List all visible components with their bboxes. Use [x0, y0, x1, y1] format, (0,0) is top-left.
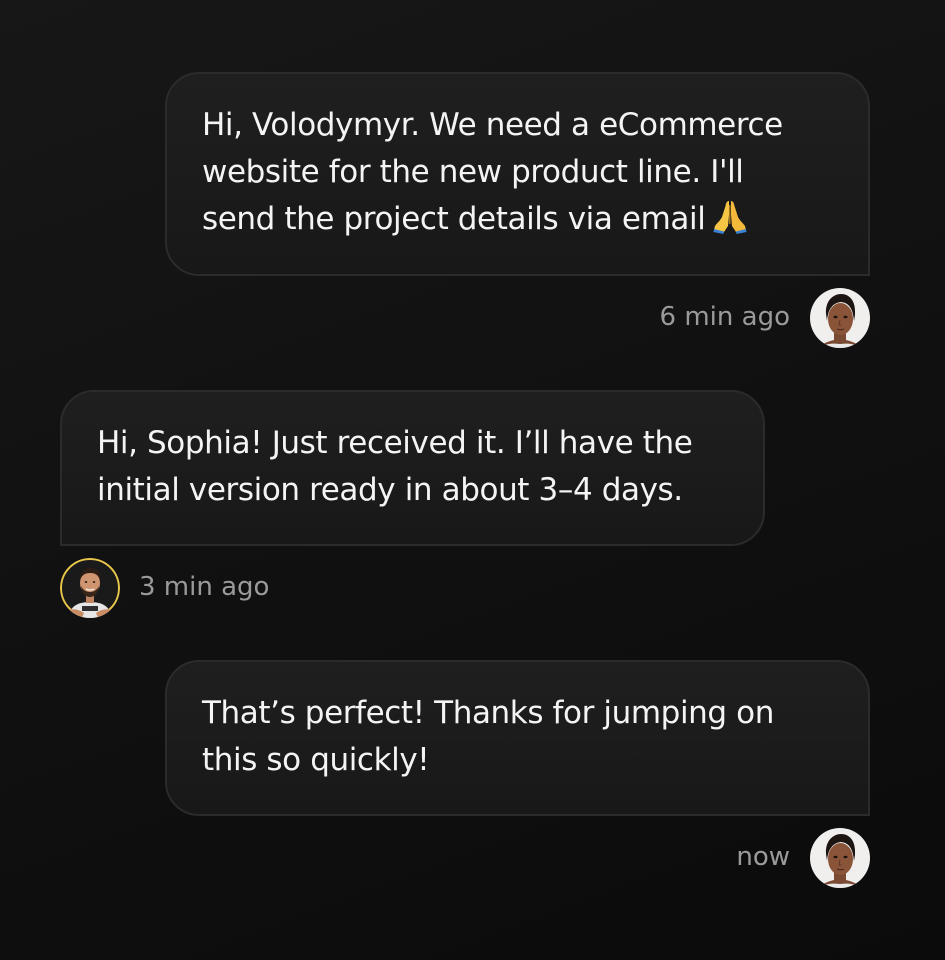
avatar-sophia	[810, 828, 870, 888]
message-bubble-incoming: Hi, Sophia! Just received it. I’ll have …	[60, 390, 765, 546]
message-timestamp: now	[736, 842, 790, 872]
folded-hands-icon	[711, 197, 749, 235]
avatar-volodymyr	[60, 558, 120, 618]
message-text: That’s perfect! Thanks for jumping on th…	[202, 695, 774, 778]
message-text: Hi, Sophia! Just received it. I’ll have …	[97, 425, 693, 508]
message-bubble-outgoing: That’s perfect! Thanks for jumping on th…	[165, 660, 870, 816]
message-timestamp: 3 min ago	[139, 572, 270, 602]
avatar-sophia	[810, 288, 870, 348]
message-timestamp: 6 min ago	[659, 302, 790, 332]
message-bubble-outgoing: Hi, Volodymyr. We need a eCommerce websi…	[165, 72, 870, 276]
message-text: Hi, Volodymyr. We need a eCommerce websi…	[202, 107, 783, 237]
